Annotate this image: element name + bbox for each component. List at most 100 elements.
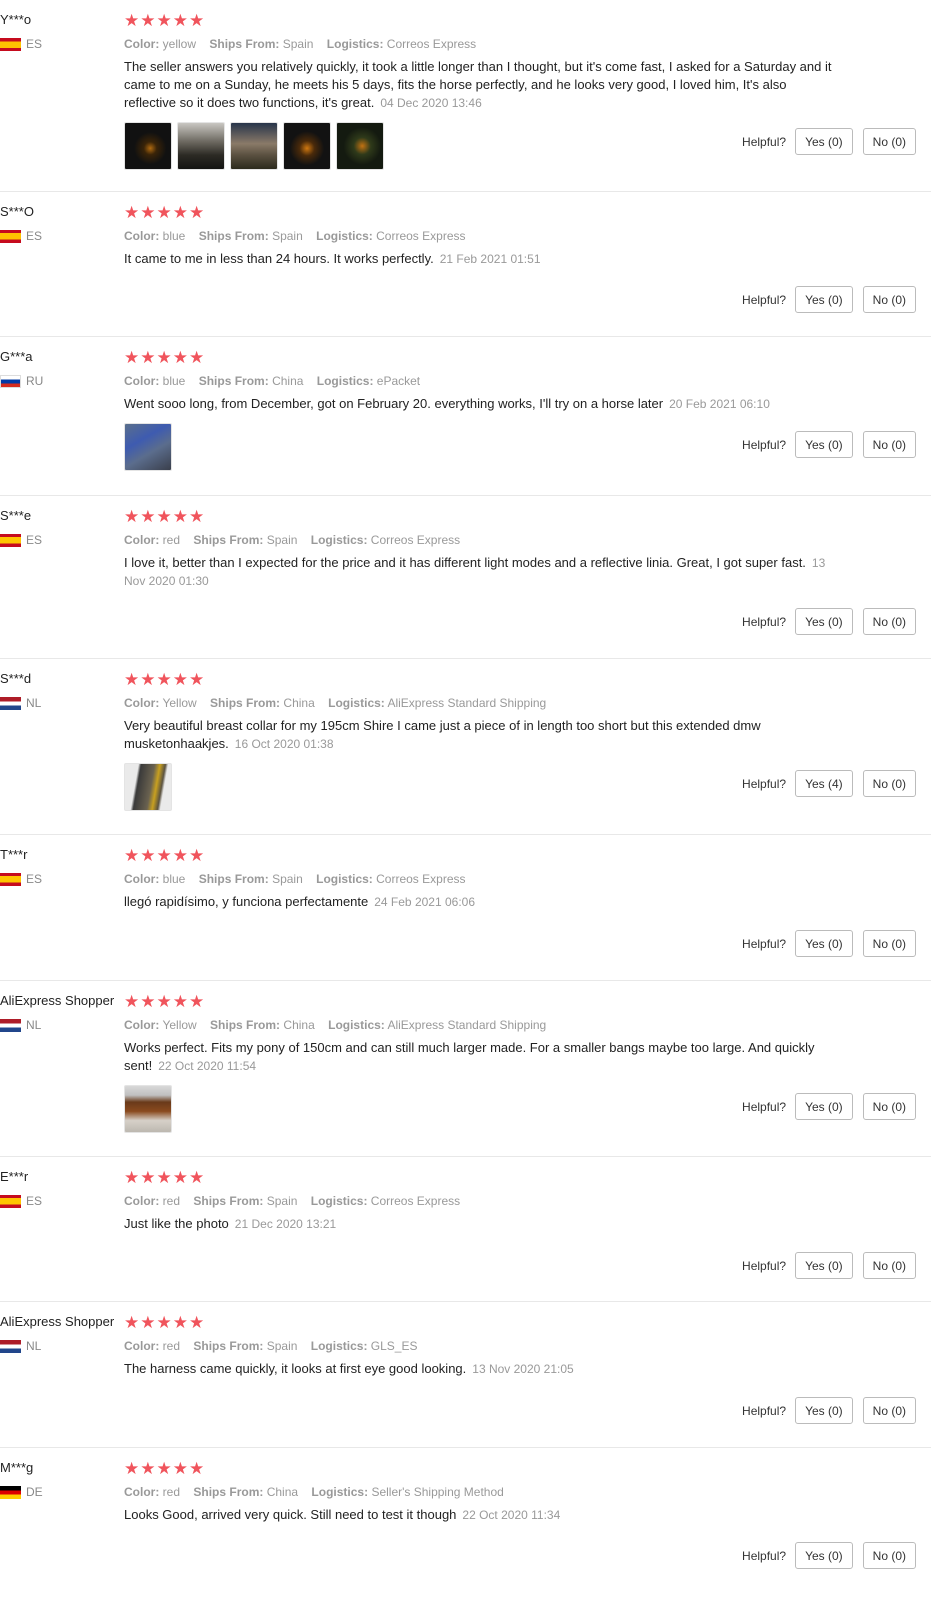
buyer-name: S***d [0, 671, 32, 686]
review-photo-thumbnail[interactable] [124, 1085, 172, 1133]
netherlands-flag-icon [0, 1018, 21, 1032]
helpful-yes-button[interactable]: Yes (0) [795, 128, 853, 155]
helpful-yes-button[interactable]: Yes (0) [795, 286, 853, 313]
ships-from-value: China [283, 696, 315, 710]
helpful-label: Helpful? [742, 614, 787, 629]
helpful-vote: Helpful? Yes (4) No (0) [742, 770, 916, 797]
helpful-no-button[interactable]: No (0) [862, 286, 916, 313]
country-code: NL [26, 1339, 42, 1353]
helpful-no-button[interactable]: No (0) [862, 930, 916, 957]
helpful-no-button[interactable]: No (0) [862, 608, 916, 635]
helpful-vote: Helpful? Yes (0) No (0) [742, 431, 916, 458]
helpful-yes-button[interactable]: Yes (0) [795, 608, 853, 635]
review-photo-thumbnail[interactable] [230, 122, 278, 170]
star-rating: ★★★★★ [124, 348, 206, 367]
review-body: Very beautiful breast collar for my 195c… [124, 718, 761, 751]
order-info: Color: red Ships From: Spain Logistics: … [124, 533, 839, 547]
helpful-yes-button[interactable]: Yes (4) [795, 770, 853, 797]
logistics-label: Logistics: [328, 696, 385, 710]
buyer-name: S***O [0, 204, 34, 219]
helpful-vote: Helpful? Yes (0) No (0) [742, 1252, 916, 1279]
review-content: ★★★★★ Color: blue Ships From: Spain Logi… [124, 203, 839, 268]
color-label: Color: [124, 696, 160, 710]
review-photo-thumbnail[interactable] [336, 122, 384, 170]
helpful-no-button[interactable]: No (0) [862, 1542, 916, 1569]
helpful-no-button[interactable]: No (0) [862, 128, 916, 155]
review-photo-thumbnail[interactable] [124, 423, 172, 471]
helpful-yes-button[interactable]: Yes (0) [795, 431, 853, 458]
logistics-label: Logistics: [316, 374, 374, 388]
logistics-label: Logistics: [310, 1339, 368, 1353]
order-info: Color: yellow Ships From: Spain Logistic… [124, 37, 839, 51]
ships-from-label: Ships From: [198, 374, 269, 388]
color-value: Yellow [162, 1018, 197, 1032]
buyer-name: E***r [0, 1169, 29, 1184]
review-photos [124, 1085, 839, 1133]
review-body: It came to me in less than 24 hours. It … [124, 251, 434, 266]
color-label: Color: [124, 229, 160, 243]
review-item: AliExpress Shopper NL ★★★★★ Color: red S… [0, 1302, 931, 1448]
helpful-vote: Helpful? Yes (0) No (0) [742, 1093, 916, 1120]
helpful-no-button[interactable]: No (0) [862, 431, 916, 458]
helpful-label: Helpful? [742, 1099, 787, 1114]
helpful-yes-button[interactable]: Yes (0) [795, 1542, 853, 1569]
order-info: Color: Yellow Ships From: China Logistic… [124, 1018, 839, 1032]
review-item: S***e ES ★★★★★ Color: red Ships From: Sp… [0, 496, 931, 659]
helpful-label: Helpful? [742, 292, 787, 307]
review-text: The harness came quickly, it looks at fi… [124, 1360, 839, 1378]
helpful-yes-button[interactable]: Yes (0) [795, 1093, 853, 1120]
helpful-no-button[interactable]: No (0) [862, 1252, 916, 1279]
helpful-yes-button[interactable]: Yes (0) [795, 1252, 853, 1279]
helpful-no-button[interactable]: No (0) [862, 1397, 916, 1424]
buyer-country: ES [0, 533, 122, 547]
logistics-value: Correos Express [386, 37, 477, 51]
logistics-value: ePacket [376, 374, 421, 388]
helpful-yes-button[interactable]: Yes (0) [795, 930, 853, 957]
helpful-no-button[interactable]: No (0) [862, 770, 916, 797]
spain-flag-icon [0, 229, 21, 243]
color-label: Color: [124, 1485, 160, 1499]
review-text: Looks Good, arrived very quick. Still ne… [124, 1506, 839, 1524]
buyer-info: E***r ES [0, 1169, 122, 1208]
review-date: 24 Feb 2021 06:06 [374, 895, 476, 909]
review-text: It came to me in less than 24 hours. It … [124, 250, 839, 268]
review-item: S***O ES ★★★★★ Color: blue Ships From: S… [0, 192, 931, 337]
review-photos [124, 122, 839, 170]
buyer-info: S***e ES [0, 508, 122, 547]
review-date: 13 Nov 2020 21:05 [472, 1362, 574, 1376]
review-content: ★★★★★ Color: blue Ships From: China Logi… [124, 348, 839, 471]
star-rating: ★★★★★ [124, 507, 206, 526]
review-photo-thumbnail[interactable] [283, 122, 331, 170]
color-value: red [162, 1194, 181, 1208]
ships-from-label: Ships From: [210, 1018, 281, 1032]
buyer-country: NL [0, 696, 122, 710]
buyer-name: AliExpress Shopper [0, 993, 115, 1008]
logistics-value: AliExpress Standard Shipping [387, 696, 547, 710]
review-photo-thumbnail[interactable] [124, 122, 172, 170]
helpful-vote: Helpful? Yes (0) No (0) [742, 286, 916, 313]
ships-from-value: Spain [266, 533, 298, 547]
color-value: Yellow [162, 696, 197, 710]
ships-from-label: Ships From: [209, 37, 280, 51]
helpful-yes-button[interactable]: Yes (0) [795, 1397, 853, 1424]
review-body: Went sooo long, from December, got on Fe… [124, 396, 664, 411]
review-content: ★★★★★ Color: yellow Ships From: Spain Lo… [124, 11, 839, 170]
color-label: Color: [124, 374, 160, 388]
color-label: Color: [124, 1194, 160, 1208]
review-body: Just like the photo [124, 1216, 229, 1231]
helpful-no-button[interactable]: No (0) [862, 1093, 916, 1120]
review-content: ★★★★★ Color: red Ships From: Spain Logis… [124, 1313, 839, 1378]
review-photos [124, 423, 839, 471]
buyer-name: M***g [0, 1460, 34, 1475]
spain-flag-icon [0, 37, 21, 51]
star-rating: ★★★★★ [124, 992, 206, 1011]
buyer-country: ES [0, 37, 122, 51]
logistics-label: Logistics: [316, 229, 373, 243]
country-code: ES [26, 37, 43, 51]
helpful-label: Helpful? [742, 1403, 787, 1418]
review-photo-thumbnail[interactable] [177, 122, 225, 170]
logistics-label: Logistics: [310, 533, 368, 547]
review-photo-thumbnail[interactable] [124, 763, 172, 811]
review-item: G***a RU ★★★★★ Color: blue Ships From: C… [0, 337, 931, 496]
spain-flag-icon [0, 872, 21, 886]
